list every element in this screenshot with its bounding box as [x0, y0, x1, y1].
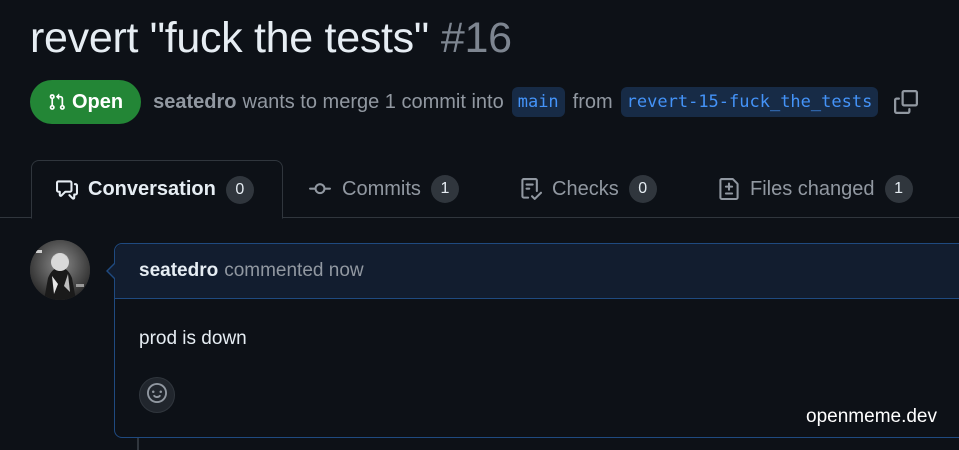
- tab-conversation-counter: 0: [225, 175, 254, 204]
- base-branch-link[interactable]: main: [511, 87, 565, 117]
- tab-checks-label: Checks: [552, 177, 619, 200]
- head-branch-link[interactable]: revert-15-fuck_the_tests: [620, 87, 879, 117]
- pr-number: #16: [440, 14, 512, 62]
- checklist-icon: [520, 178, 542, 200]
- git-pull-request-icon: [48, 92, 66, 112]
- tab-conversation[interactable]: Conversation 0: [31, 160, 283, 219]
- comment-body: prod is down: [139, 328, 247, 349]
- pr-state-label: Open: [72, 90, 124, 113]
- comment-timestamp[interactable]: commented now: [224, 260, 363, 282]
- pr-state-badge: Open: [30, 80, 142, 124]
- pull-request-page: revert "fuck the tests" #16 Open seatedr…: [0, 0, 959, 450]
- comment-author-link[interactable]: seatedro: [139, 260, 218, 282]
- watermark: openmeme.dev: [806, 406, 937, 427]
- git-commit-icon: [308, 178, 332, 200]
- pr-tabs: Conversation 0 Commits 1 Checks 0 Files …: [0, 160, 959, 219]
- comment-header: seatedro commented now: [115, 244, 959, 299]
- comment-pointer-inner: [108, 263, 116, 279]
- file-diff-icon: [718, 178, 740, 200]
- timeline-line: [137, 438, 139, 450]
- pr-meta-row: Open seatedro wants to merge 1 commit in…: [30, 80, 919, 124]
- tab-commits-label: Commits: [342, 177, 421, 200]
- pr-from-text: from: [572, 90, 613, 113]
- tab-checks-counter: 0: [628, 175, 657, 203]
- pr-merge-text: wants to merge 1 commit into: [242, 90, 504, 113]
- tab-commits-counter: 1: [430, 175, 459, 203]
- pr-title: revert "fuck the tests": [30, 14, 429, 62]
- tab-files-changed-label: Files changed: [750, 177, 875, 200]
- tab-files-changed[interactable]: Files changed 1: [718, 160, 913, 218]
- comment-discussion-icon: [56, 179, 78, 201]
- tab-commits[interactable]: Commits 1: [308, 160, 459, 218]
- tab-files-changed-counter: 1: [884, 175, 913, 203]
- pr-author-link[interactable]: seatedro: [153, 91, 236, 114]
- pr-title-row: revert "fuck the tests" #16: [30, 14, 512, 63]
- add-reaction-button[interactable]: [139, 377, 175, 413]
- smiley-icon: [147, 382, 167, 408]
- tab-conversation-label: Conversation: [88, 178, 216, 200]
- avatar[interactable]: [30, 240, 90, 300]
- tab-checks[interactable]: Checks 0: [520, 160, 657, 218]
- copy-icon[interactable]: [894, 90, 919, 114]
